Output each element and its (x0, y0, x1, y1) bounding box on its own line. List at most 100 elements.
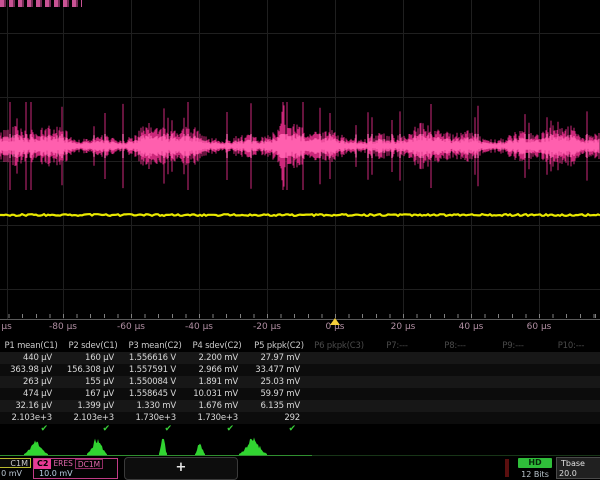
param-status (542, 424, 600, 434)
param-value: 292 (248, 412, 310, 424)
param-value (542, 412, 600, 424)
param-status (484, 424, 542, 434)
param-value (368, 400, 426, 412)
param-value (426, 352, 484, 364)
param-header[interactable]: P9:--- (484, 341, 542, 352)
param-value: 1.676 mV (186, 400, 248, 412)
hd-bits-label: 12 Bits (512, 470, 558, 479)
param-value: 1.550084 V (124, 376, 186, 388)
cropped-descriptor-fragment (505, 459, 509, 477)
param-status: ✔ (62, 424, 124, 434)
param-value (542, 352, 600, 364)
param-header[interactable]: P4 sdev(C2) (186, 341, 248, 352)
param-value (484, 364, 542, 376)
histicon-p2[interactable] (87, 439, 107, 455)
param-value (542, 364, 600, 376)
param-status: ✔ (0, 424, 62, 434)
histicon-strip (0, 434, 600, 457)
param-value: 2.103e+3 (62, 412, 124, 424)
param-value: 2.966 mV (186, 364, 248, 376)
time-axis: -100 µs-80 µs-60 µs-40 µs-20 µs0 µs20 µs… (0, 322, 600, 335)
trigger-position-marker[interactable] (330, 318, 340, 325)
param-value (426, 376, 484, 388)
param-value: 155 µV (62, 376, 124, 388)
param-header[interactable]: P5 pkpk(C2) (248, 341, 310, 352)
param-value: 2.103e+3 (0, 412, 62, 424)
param-value (484, 376, 542, 388)
param-status (426, 424, 484, 434)
timebase-box[interactable]: Tbase 20.0 (556, 457, 600, 479)
param-header[interactable]: P2 sdev(C1) (62, 341, 124, 352)
c1-descriptor[interactable]: C1M (0, 458, 31, 468)
param-value: 1.556616 V (124, 352, 186, 364)
param-value (542, 388, 600, 400)
param-value: 1.730e+3 (186, 412, 248, 424)
timebase-value: 20.0 (557, 468, 600, 478)
param-value: 1.330 mV (124, 400, 186, 412)
param-value (310, 412, 368, 424)
param-header[interactable]: P10:--- (542, 341, 600, 352)
c2-scale: 10.0 mV (34, 469, 117, 479)
param-value (426, 412, 484, 424)
param-header[interactable]: P8:--- (426, 341, 484, 352)
histicon-p3[interactable] (159, 439, 167, 455)
param-value: 167 µV (62, 388, 124, 400)
param-value: 263 µV (0, 376, 62, 388)
param-status (310, 424, 368, 434)
param-value (368, 364, 426, 376)
histicon-p1[interactable] (24, 440, 48, 455)
param-header[interactable]: P3 mean(C2) (124, 341, 186, 352)
param-value: 33.477 mV (248, 364, 310, 376)
param-value: 25.03 mV (248, 376, 310, 388)
param-status: ✔ (186, 424, 248, 434)
axis-label: -100 µs (0, 322, 12, 332)
axis-label: -60 µs (117, 322, 145, 332)
add-trace-button[interactable]: + (124, 457, 238, 480)
param-header[interactable]: P1 mean(C1) (0, 341, 62, 352)
param-value: 32.16 µV (0, 400, 62, 412)
axis-label: 60 µs (527, 322, 552, 332)
c1-scale: 0 mV (0, 469, 22, 478)
param-header[interactable]: P7:--- (368, 341, 426, 352)
param-value (310, 388, 368, 400)
c2-mode: ERES (51, 459, 74, 469)
param-value: 10.031 mV (186, 388, 248, 400)
axis-label: -20 µs (253, 322, 281, 332)
timebase-label: Tbase (557, 458, 600, 468)
param-value: 160 µV (62, 352, 124, 364)
param-status: ✔ (124, 424, 186, 434)
axis-minor-ticks (0, 314, 600, 318)
param-value (542, 400, 600, 412)
measure-table: P1 mean(C1)P2 sdev(C1)P3 mean(C2)P4 sdev… (0, 341, 600, 434)
param-value: 1.399 µV (62, 400, 124, 412)
hd-badge[interactable]: HD (518, 458, 552, 468)
cropped-text-fragment (0, 0, 82, 7)
param-value (368, 412, 426, 424)
param-value: 363.98 µV (0, 364, 62, 376)
param-value (484, 388, 542, 400)
param-value (310, 376, 368, 388)
param-value (484, 400, 542, 412)
param-value (426, 364, 484, 376)
param-value: 156.308 µV (62, 364, 124, 376)
waveform-layer (0, 0, 600, 319)
param-value: 1.558645 V (124, 388, 186, 400)
c2-descriptor[interactable]: C2 ERES DC1M 10.0 mV (33, 458, 118, 479)
graticule[interactable] (0, 0, 600, 320)
plus-icon: + (176, 460, 187, 475)
histicon-p5[interactable] (239, 438, 267, 456)
param-status (368, 424, 426, 434)
histicon-p4[interactable] (195, 444, 205, 455)
param-value (542, 376, 600, 388)
param-value: 2.200 mV (186, 352, 248, 364)
param-value (368, 388, 426, 400)
param-value: 1.891 mV (186, 376, 248, 388)
param-value: 1.557591 V (124, 364, 186, 376)
param-header[interactable]: P6 pkpk(C3) (310, 341, 368, 352)
c2-coupling: DC1M (75, 459, 103, 469)
c1-trace[interactable] (0, 214, 600, 216)
param-value (426, 388, 484, 400)
param-value (310, 400, 368, 412)
axis-label: 40 µs (459, 322, 484, 332)
param-value (310, 352, 368, 364)
